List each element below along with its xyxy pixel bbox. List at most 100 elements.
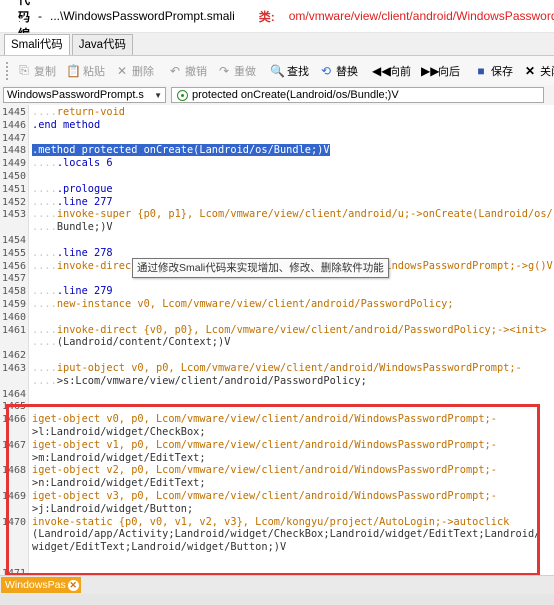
close-icon: ✕ xyxy=(524,63,536,78)
title-bar: 源代码编辑 - ...\WindowsPasswordPrompt.smali … xyxy=(0,0,554,58)
indent-guide: .... xyxy=(32,221,57,234)
code-line[interactable]: 1451 .....prologue xyxy=(0,183,554,196)
code-line[interactable]: 1452 .....line 277 xyxy=(0,196,554,209)
copy-button[interactable]: ⎘ 复制 xyxy=(12,60,61,82)
code-content: iput-object v0, p0, Lcom/vmware/view/cli… xyxy=(56,362,522,374)
status-bar xyxy=(0,594,554,605)
undo-button[interactable]: ↶ 撤销 xyxy=(163,60,212,82)
code-line[interactable]: ....(Landroid/content/Context;)V xyxy=(0,336,554,349)
close-icon[interactable]: ✕ xyxy=(67,579,79,591)
line-number: 1451 xyxy=(2,183,27,195)
code-content: .line 278 xyxy=(56,246,113,259)
undo-icon: ↶ xyxy=(169,63,181,78)
code-line[interactable]: 1450 xyxy=(0,170,554,183)
redo-icon: ↷ xyxy=(218,63,230,78)
copy-label: 复制 xyxy=(34,65,56,78)
code-line[interactable]: 1459 ....new-instance v0, Lcom/vmware/vie… xyxy=(0,298,554,311)
code-content: >s:Lcom/vmware/view/client/android/Passw… xyxy=(56,374,367,387)
toolbar-grip[interactable] xyxy=(6,61,8,80)
method-selector-value: protected onCreate(Landroid/os/Bundle;)V xyxy=(192,89,399,101)
code-tabs: Smali代码 Java代码 xyxy=(0,33,554,56)
indent-guide: .... xyxy=(32,208,57,221)
code-content: .prologue xyxy=(56,182,113,195)
class-path: om/vmware/view/client/android/WindowsPas… xyxy=(288,9,554,23)
indent-guide: .... xyxy=(32,182,57,195)
code-text: .....prologue xyxy=(32,183,113,196)
line-number: 1445 xyxy=(2,107,27,118)
line-number: 1452 xyxy=(2,196,27,208)
line-number: 1449 xyxy=(2,158,27,170)
floppy-disk-icon: ■ xyxy=(477,63,485,78)
line-number: 1453 xyxy=(2,209,27,221)
code-content: .line 279 xyxy=(56,285,113,298)
fast-forward-icon: ▶▶ xyxy=(421,63,440,78)
redo-button[interactable]: ↷ 重做 xyxy=(212,60,261,82)
title-separator: - xyxy=(38,9,43,23)
close-label: 关闭 xyxy=(540,65,554,78)
forward-button[interactable]: ◀◀ 向前 xyxy=(367,60,416,82)
file-selector[interactable]: WindowsPasswordPrompt.s ▼ xyxy=(3,87,166,103)
replace-label: 替换 xyxy=(336,65,358,78)
save-button[interactable]: ■ 保存 xyxy=(469,60,518,82)
file-selector-value: WindowsPasswordPrompt.s xyxy=(7,89,144,101)
code-line[interactable]: 1449 .....locals 6 xyxy=(0,157,554,170)
code-content: (Landroid/content/Context;)V xyxy=(56,336,231,349)
line-number: 1446 xyxy=(2,119,27,131)
delete-button[interactable]: ✕ 删除 xyxy=(110,60,159,82)
indent-guide: .... xyxy=(32,285,57,298)
indent-guide: .... xyxy=(32,259,57,272)
tab-java[interactable]: Java代码 xyxy=(71,34,134,55)
code-line[interactable]: 1446 .end method xyxy=(0,119,554,132)
code-line[interactable]: 1458 .....line 279 xyxy=(0,285,554,298)
paste-button[interactable]: 📋 粘贴 xyxy=(61,60,110,82)
code-text: ....invoke-direct {v0, p0}, Lcom/vmware/… xyxy=(32,324,547,337)
back-button[interactable]: ▶▶ 向后 xyxy=(416,60,465,82)
code-content: .method protected onCreate(Landroid/os/B… xyxy=(32,144,330,157)
code-line[interactable]: 1464 xyxy=(0,388,554,401)
code-text: ....>s:Lcom/vmware/view/client/android/P… xyxy=(32,375,367,388)
code-content: .locals 6 xyxy=(56,157,113,170)
indent-guide: .... xyxy=(32,106,57,118)
code-line[interactable]: 1453 ....invoke-super {p0, p1}, Lcom/vmwa… xyxy=(0,208,554,221)
paste-icon: 📋 xyxy=(66,63,81,78)
line-number: 1455 xyxy=(2,247,27,259)
line-number: 1450 xyxy=(2,171,27,182)
code-text: .method protected onCreate(Landroid/os/B… xyxy=(32,144,330,157)
code-line[interactable]: 1445 ....return-void xyxy=(0,106,554,119)
indent-guide: .... xyxy=(32,323,57,336)
indent-guide: .... xyxy=(32,362,57,374)
code-line[interactable]: ....>s:Lcom/vmware/view/client/android/P… xyxy=(0,375,554,388)
undo-label: 撤销 xyxy=(185,65,207,78)
indent-guide: .... xyxy=(32,374,57,387)
line-number: 1457 xyxy=(2,273,27,285)
code-line[interactable]: 1448 .method protected onCreate(Landroid/… xyxy=(0,144,554,157)
redo-label: 重做 xyxy=(234,65,256,78)
document-tab[interactable]: WindowsPas ✕ xyxy=(1,577,81,593)
line-number: 1458 xyxy=(2,286,27,298)
file-path: ...\WindowsPasswordPrompt.smali xyxy=(50,9,235,23)
find-button[interactable]: 🔍 查找 xyxy=(265,60,314,82)
code-text: .end method xyxy=(32,119,100,132)
code-line[interactable]: 1461 ....invoke-direct {v0, p0}, Lcom/vmw… xyxy=(0,324,554,337)
line-number: 1464 xyxy=(2,388,27,400)
code-line[interactable]: 1462 xyxy=(0,349,554,362)
code-line[interactable]: ....Bundle;)V xyxy=(0,221,554,234)
code-line[interactable]: 1447 xyxy=(0,132,554,145)
code-line[interactable]: 1463 ....iput-object v0, p0, Lcom/vmware/… xyxy=(0,362,554,375)
tab-smali[interactable]: Smali代码 xyxy=(4,34,70,55)
class-label: 类: xyxy=(258,9,275,24)
code-text: ....Bundle;)V xyxy=(32,221,113,234)
code-line[interactable]: 1460 xyxy=(0,311,554,324)
code-text: ....(Landroid/content/Context;)V xyxy=(32,336,230,349)
line-number: 1456 xyxy=(2,260,27,272)
close-button[interactable]: ✕ 关闭 xyxy=(518,60,554,82)
save-label: 保存 xyxy=(491,65,513,78)
rewind-icon: ◀◀ xyxy=(372,63,391,78)
method-selector[interactable]: protected onCreate(Landroid/os/Bundle;)V xyxy=(171,87,544,103)
indent-guide: .... xyxy=(32,246,57,259)
tooltip: 通过修改Smali代码来实现增加、修改、删除软件功能 xyxy=(132,258,389,278)
code-line[interactable]: 1454 xyxy=(0,234,554,247)
replace-button[interactable]: ⟲ 替换 xyxy=(314,60,363,82)
chevron-down-icon[interactable]: ▼ xyxy=(154,91,162,100)
line-number: 1459 xyxy=(2,299,27,310)
